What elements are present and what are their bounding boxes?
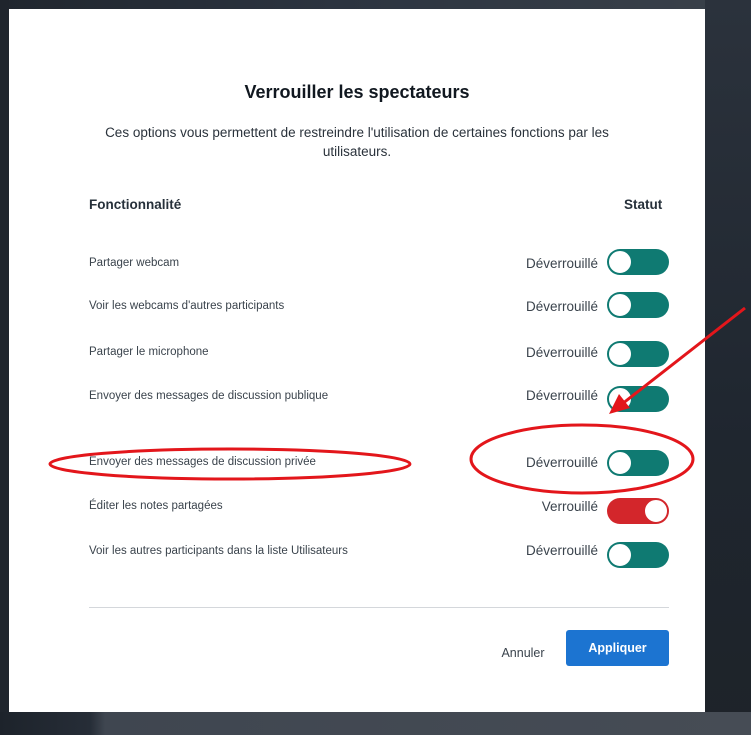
row-label-public-chat: Envoyer des messages de discussion publi…	[89, 390, 329, 402]
row-status-see-webcams: Déverrouillé	[525, 299, 598, 314]
row-status-share-webcam: Déverrouillé	[525, 256, 598, 271]
row-label-see-participants: Voir les autres participants dans la lis…	[89, 545, 348, 557]
toggle-knob	[608, 543, 632, 567]
column-header-feature: Fonctionnalité	[89, 197, 182, 212]
backdrop-bottom	[0, 712, 751, 735]
column-header-status: Statut	[624, 197, 663, 212]
row-status-share-microphone: Déverrouillé	[525, 345, 598, 360]
row-status-shared-notes: Verrouillé	[541, 499, 598, 514]
lock-viewers-modal: Verrouiller les spectateurs Ces options …	[9, 30, 705, 712]
toggle-see-webcams[interactable]	[607, 292, 669, 318]
toggle-private-chat[interactable]	[607, 450, 669, 476]
backdrop-left	[0, 0, 9, 735]
toggle-knob	[608, 387, 632, 411]
row-label-shared-notes: Éditer les notes partagées	[89, 500, 223, 512]
toggle-share-webcam[interactable]	[607, 249, 669, 275]
toggle-shared-notes[interactable]	[607, 498, 669, 524]
row-status-public-chat: Déverrouillé	[525, 388, 598, 403]
backdrop-top	[0, 0, 751, 9]
toggle-knob	[608, 250, 632, 274]
toggle-knob	[608, 293, 632, 317]
row-status-private-chat: Déverrouillé	[525, 455, 598, 470]
apply-button[interactable]: Appliquer	[566, 630, 669, 666]
toggle-knob	[608, 342, 632, 366]
row-label-share-webcam: Partager webcam	[89, 257, 180, 269]
row-label-private-chat: Envoyer des messages de discussion privé…	[89, 456, 316, 468]
toggle-share-microphone[interactable]	[607, 341, 669, 367]
row-label-see-webcams: Voir les webcams d'autres participants	[89, 300, 285, 312]
toggle-knob	[644, 499, 668, 523]
cancel-button[interactable]: Annuler	[487, 635, 559, 671]
backdrop-right	[705, 0, 751, 735]
row-status-see-participants: Déverrouillé	[525, 543, 598, 558]
toggle-see-participants[interactable]	[607, 542, 669, 568]
toggle-knob	[608, 451, 632, 475]
modal-title: Verrouiller les spectateurs	[244, 82, 470, 102]
row-label-share-microphone: Partager le microphone	[89, 346, 209, 358]
modal-divider	[89, 607, 669, 608]
modal-description: Ces options vous permettent de restreind…	[105, 125, 609, 159]
toggle-public-chat[interactable]	[607, 386, 669, 412]
